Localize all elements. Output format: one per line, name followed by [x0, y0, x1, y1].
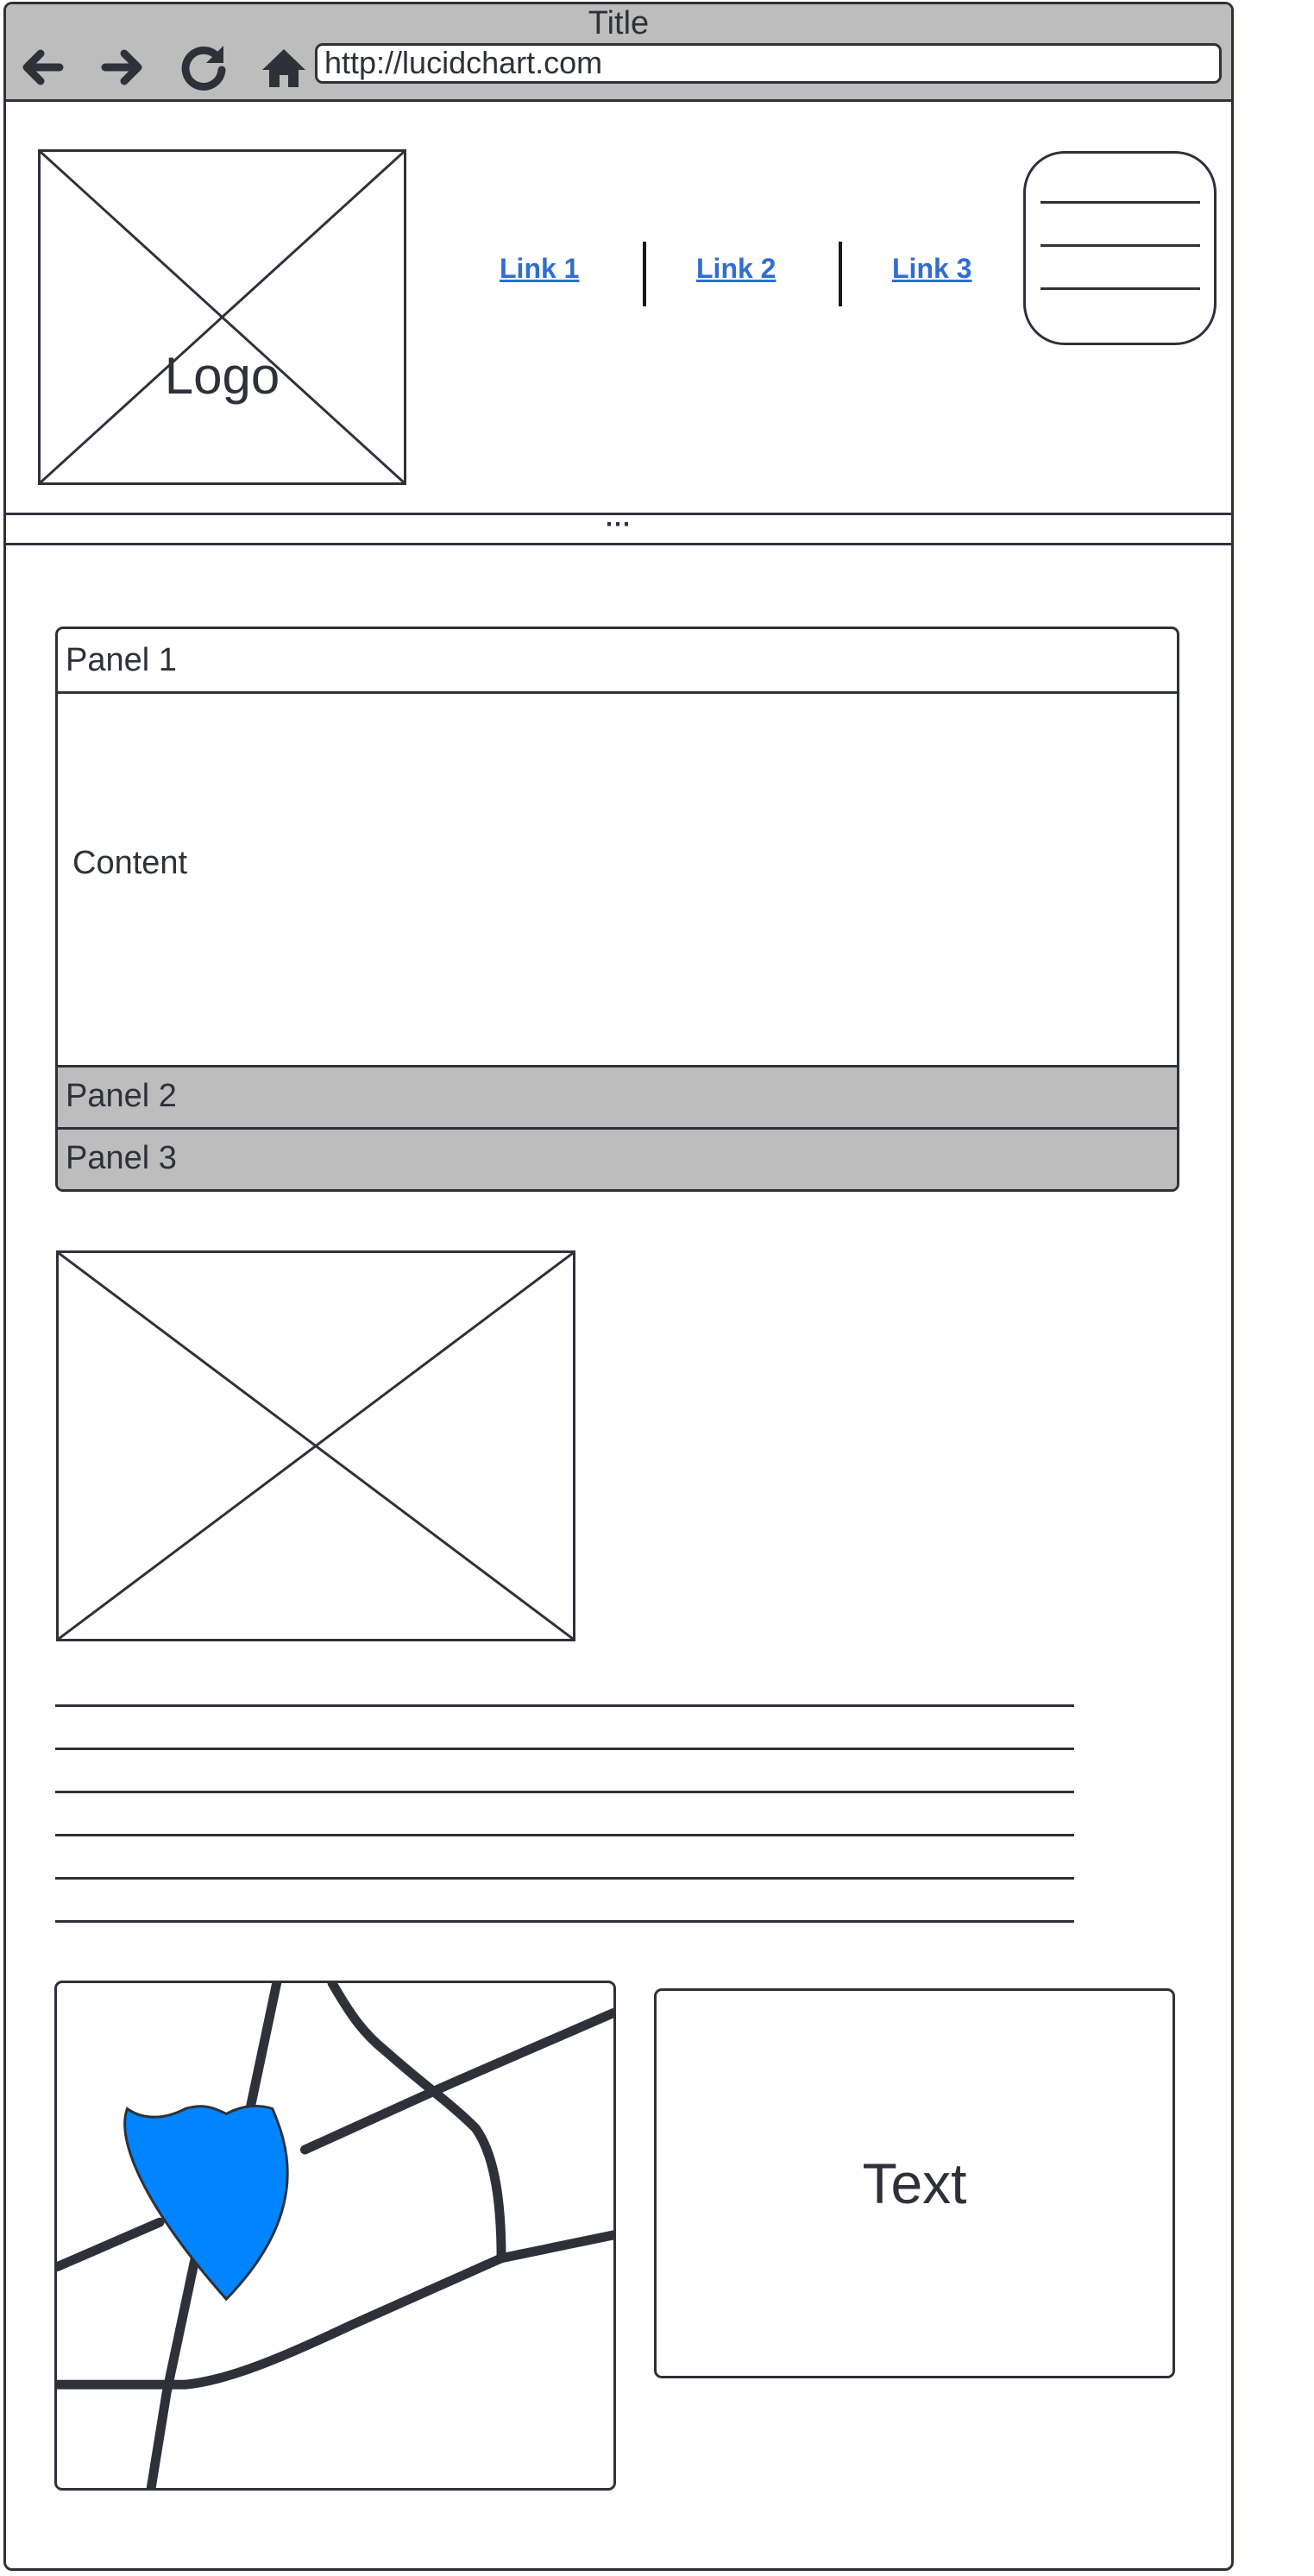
address-bar[interactable]: http://lucidchart.com: [315, 43, 1222, 84]
nav-link-2[interactable]: Link 2: [696, 253, 776, 285]
image-placeholder: [56, 1250, 575, 1641]
link-separator: [839, 242, 842, 306]
window-title: Title: [588, 5, 650, 41]
text-line: [55, 1791, 1074, 1793]
text-line: [55, 1920, 1074, 1923]
image-placeholder-icon: [59, 1253, 573, 1639]
more-dots-icon[interactable]: ⋯: [6, 512, 1231, 538]
section-divider: ⋯: [6, 512, 1231, 545]
nav-link-1[interactable]: Link 1: [500, 253, 579, 285]
map-icon: [57, 1983, 613, 2488]
reload-icon[interactable]: [175, 39, 232, 96]
map-widget[interactable]: [54, 1981, 616, 2491]
text-line: [55, 1748, 1074, 1750]
accordion-panel-1-header[interactable]: Panel 1: [58, 629, 1177, 694]
menu-line: [1041, 244, 1200, 247]
text-box: Text: [654, 1988, 1175, 2378]
logo-label: Logo: [164, 347, 280, 405]
browser-window: Title http://lucidchart.com Logo Link 1 …: [3, 2, 1234, 2571]
accordion-panel-3-header[interactable]: Panel 3: [58, 1130, 1177, 1189]
link-separator: [643, 242, 646, 306]
back-arrow-icon[interactable]: [15, 39, 72, 96]
text-box-label: Text: [862, 2151, 967, 2215]
hamburger-icon[interactable]: [1023, 151, 1217, 345]
menu-line: [1041, 201, 1200, 204]
text-line: [55, 1877, 1074, 1880]
map-marker: [123, 2105, 289, 2302]
accordion: Panel 1 Content Panel 2 Panel 3: [55, 627, 1179, 1192]
accordion-panel-2-header[interactable]: Panel 2: [58, 1065, 1177, 1130]
logo-placeholder: Logo: [38, 149, 406, 485]
home-icon[interactable]: [255, 39, 312, 96]
menu-line: [1041, 287, 1200, 290]
panel-content: Content: [72, 845, 188, 881]
image-placeholder-icon: [41, 152, 404, 482]
forward-arrow-icon[interactable]: [95, 39, 152, 96]
accordion-panel-1-body: Content: [58, 694, 1177, 1065]
text-line: [55, 1834, 1074, 1836]
browser-toolbar: Title http://lucidchart.com: [6, 4, 1231, 102]
nav-link-3[interactable]: Link 3: [892, 253, 971, 285]
text-line: [55, 1704, 1074, 1707]
